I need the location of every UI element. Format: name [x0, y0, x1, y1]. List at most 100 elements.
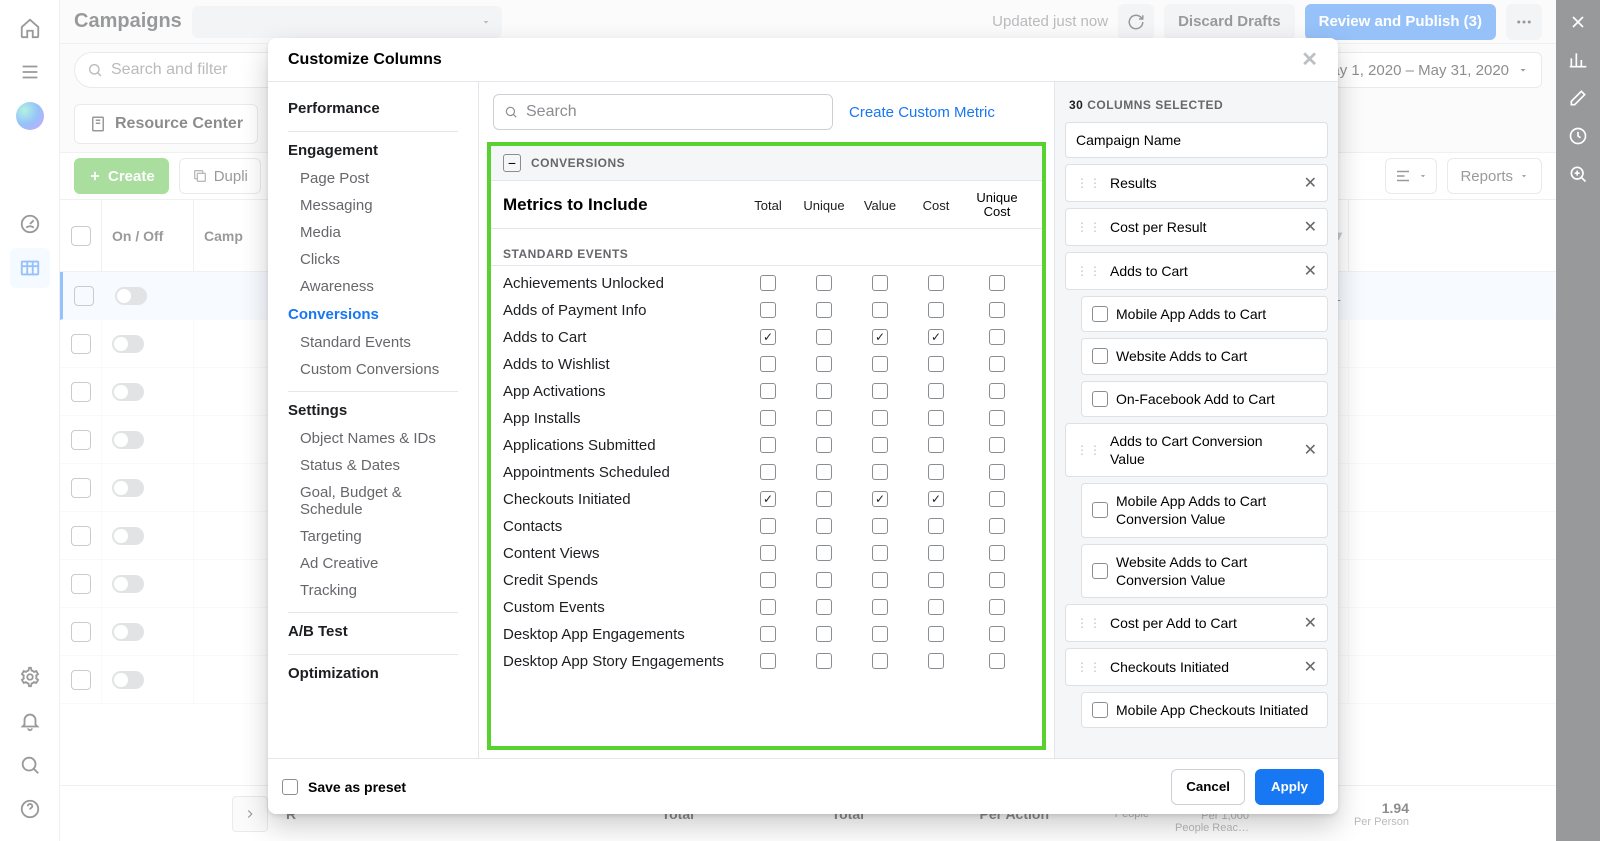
metric-checkbox[interactable]: [852, 626, 908, 642]
selected-column-sub[interactable]: On-Facebook Add to Cart: [1081, 381, 1328, 417]
selected-column-sub[interactable]: Website Adds to Cart Conversion Value: [1081, 544, 1328, 598]
metric-checkbox[interactable]: [740, 410, 796, 426]
metric-checkbox[interactable]: [964, 626, 1030, 642]
nav-item[interactable]: Ad Creative: [268, 550, 478, 577]
nav-item[interactable]: Tracking: [268, 577, 478, 604]
metric-checkbox[interactable]: [796, 491, 852, 507]
metric-checkbox[interactable]: [796, 599, 852, 615]
metric-checkbox[interactable]: [796, 383, 852, 399]
metric-checkbox[interactable]: [740, 275, 796, 291]
metric-checkbox[interactable]: [740, 383, 796, 399]
metric-checkbox[interactable]: [796, 626, 852, 642]
sub-checkbox[interactable]: [1092, 348, 1108, 364]
nav-group-engagement[interactable]: Engagement: [268, 132, 478, 165]
nav-item[interactable]: Object Names & IDs: [268, 425, 478, 452]
nav-item[interactable]: Targeting: [268, 523, 478, 550]
metric-checkbox[interactable]: [964, 653, 1030, 669]
save-as-preset-checkbox[interactable]: Save as preset: [282, 779, 406, 795]
metric-checkbox[interactable]: [908, 356, 964, 372]
metric-checkbox[interactable]: [740, 491, 796, 507]
metric-checkbox[interactable]: [908, 545, 964, 561]
selected-column-item[interactable]: ⋮⋮Adds to Cart✕: [1065, 252, 1328, 290]
metric-checkbox[interactable]: [852, 545, 908, 561]
nav-item[interactable]: Standard Events: [268, 329, 478, 356]
metric-checkbox[interactable]: [964, 383, 1030, 399]
remove-column-icon[interactable]: ✕: [1304, 657, 1317, 677]
metric-checkbox[interactable]: [964, 356, 1030, 372]
metric-checkbox[interactable]: [740, 464, 796, 480]
selected-column-item[interactable]: ⋮⋮Cost per Result✕: [1065, 208, 1328, 246]
remove-column-icon[interactable]: ✕: [1304, 173, 1317, 193]
metric-checkbox[interactable]: [740, 302, 796, 318]
metric-checkbox[interactable]: [964, 275, 1030, 291]
nav-group-performance[interactable]: Performance: [268, 94, 478, 123]
metric-checkbox[interactable]: [852, 464, 908, 480]
remove-column-icon[interactable]: ✕: [1304, 440, 1317, 460]
drag-handle-icon[interactable]: ⋮⋮: [1076, 264, 1102, 278]
metric-checkbox[interactable]: [796, 302, 852, 318]
drag-handle-icon[interactable]: ⋮⋮: [1076, 616, 1102, 630]
metric-checkbox[interactable]: [852, 329, 908, 345]
sub-checkbox[interactable]: [1092, 502, 1108, 518]
sub-checkbox[interactable]: [1092, 306, 1108, 322]
metric-checkbox[interactable]: [964, 572, 1030, 588]
sub-checkbox[interactable]: [1092, 702, 1108, 718]
remove-column-icon[interactable]: ✕: [1304, 261, 1317, 281]
metric-checkbox[interactable]: [908, 302, 964, 318]
selected-column-fixed[interactable]: Campaign Name: [1065, 122, 1328, 158]
conversions-section-header[interactable]: − CONVERSIONS: [491, 146, 1042, 181]
metric-checkbox[interactable]: [796, 410, 852, 426]
metric-checkbox[interactable]: [908, 572, 964, 588]
nav-group-a-b-test[interactable]: A/B Test: [268, 613, 478, 646]
selected-column-item[interactable]: ⋮⋮Checkouts Initiated✕: [1065, 648, 1328, 686]
metric-checkbox[interactable]: [852, 518, 908, 534]
metric-checkbox[interactable]: [796, 356, 852, 372]
metric-checkbox[interactable]: [796, 464, 852, 480]
metric-checkbox[interactable]: [964, 464, 1030, 480]
metric-checkbox[interactable]: [908, 329, 964, 345]
nav-item[interactable]: Awareness: [268, 273, 478, 300]
metric-checkbox[interactable]: [852, 356, 908, 372]
metric-checkbox[interactable]: [908, 653, 964, 669]
metric-checkbox[interactable]: [852, 572, 908, 588]
drag-handle-icon[interactable]: ⋮⋮: [1076, 443, 1102, 457]
metric-checkbox[interactable]: [796, 437, 852, 453]
selected-column-sub[interactable]: Website Adds to Cart: [1081, 338, 1328, 374]
nav-item[interactable]: Page Post: [268, 165, 478, 192]
selected-column-sub[interactable]: Mobile App Adds to Cart Conversion Value: [1081, 483, 1328, 537]
remove-column-icon[interactable]: ✕: [1304, 613, 1317, 633]
metric-checkbox[interactable]: [796, 653, 852, 669]
metric-checkbox[interactable]: [852, 599, 908, 615]
selected-column-sub[interactable]: Mobile App Checkouts Initiated: [1081, 692, 1328, 728]
nav-item[interactable]: Clicks: [268, 246, 478, 273]
metric-checkbox[interactable]: [740, 356, 796, 372]
metric-checkbox[interactable]: [908, 275, 964, 291]
drag-handle-icon[interactable]: ⋮⋮: [1076, 176, 1102, 190]
metric-checkbox[interactable]: [740, 626, 796, 642]
metric-checkbox[interactable]: [740, 545, 796, 561]
metric-checkbox[interactable]: [796, 329, 852, 345]
apply-button[interactable]: Apply: [1255, 769, 1324, 805]
nav-item[interactable]: Goal, Budget & Schedule: [268, 479, 478, 523]
metric-checkbox[interactable]: [964, 302, 1030, 318]
metric-checkbox[interactable]: [796, 275, 852, 291]
nav-group-settings[interactable]: Settings: [268, 392, 478, 425]
drag-handle-icon[interactable]: ⋮⋮: [1076, 660, 1102, 674]
selected-column-sub[interactable]: Mobile App Adds to Cart: [1081, 296, 1328, 332]
metric-checkbox[interactable]: [908, 383, 964, 399]
nav-item[interactable]: Status & Dates: [268, 452, 478, 479]
metric-checkbox[interactable]: [908, 518, 964, 534]
metric-checkbox[interactable]: [852, 275, 908, 291]
metric-checkbox[interactable]: [740, 599, 796, 615]
metric-checkbox[interactable]: [852, 437, 908, 453]
metric-checkbox[interactable]: [908, 464, 964, 480]
metric-checkbox[interactable]: [964, 518, 1030, 534]
cancel-button[interactable]: Cancel: [1171, 769, 1245, 805]
metric-checkbox[interactable]: [964, 545, 1030, 561]
metric-checkbox[interactable]: [852, 491, 908, 507]
metric-checkbox[interactable]: [908, 410, 964, 426]
metric-checkbox[interactable]: [796, 545, 852, 561]
metric-checkbox[interactable]: [740, 653, 796, 669]
metric-checkbox[interactable]: [852, 383, 908, 399]
collapse-icon[interactable]: −: [503, 154, 521, 172]
